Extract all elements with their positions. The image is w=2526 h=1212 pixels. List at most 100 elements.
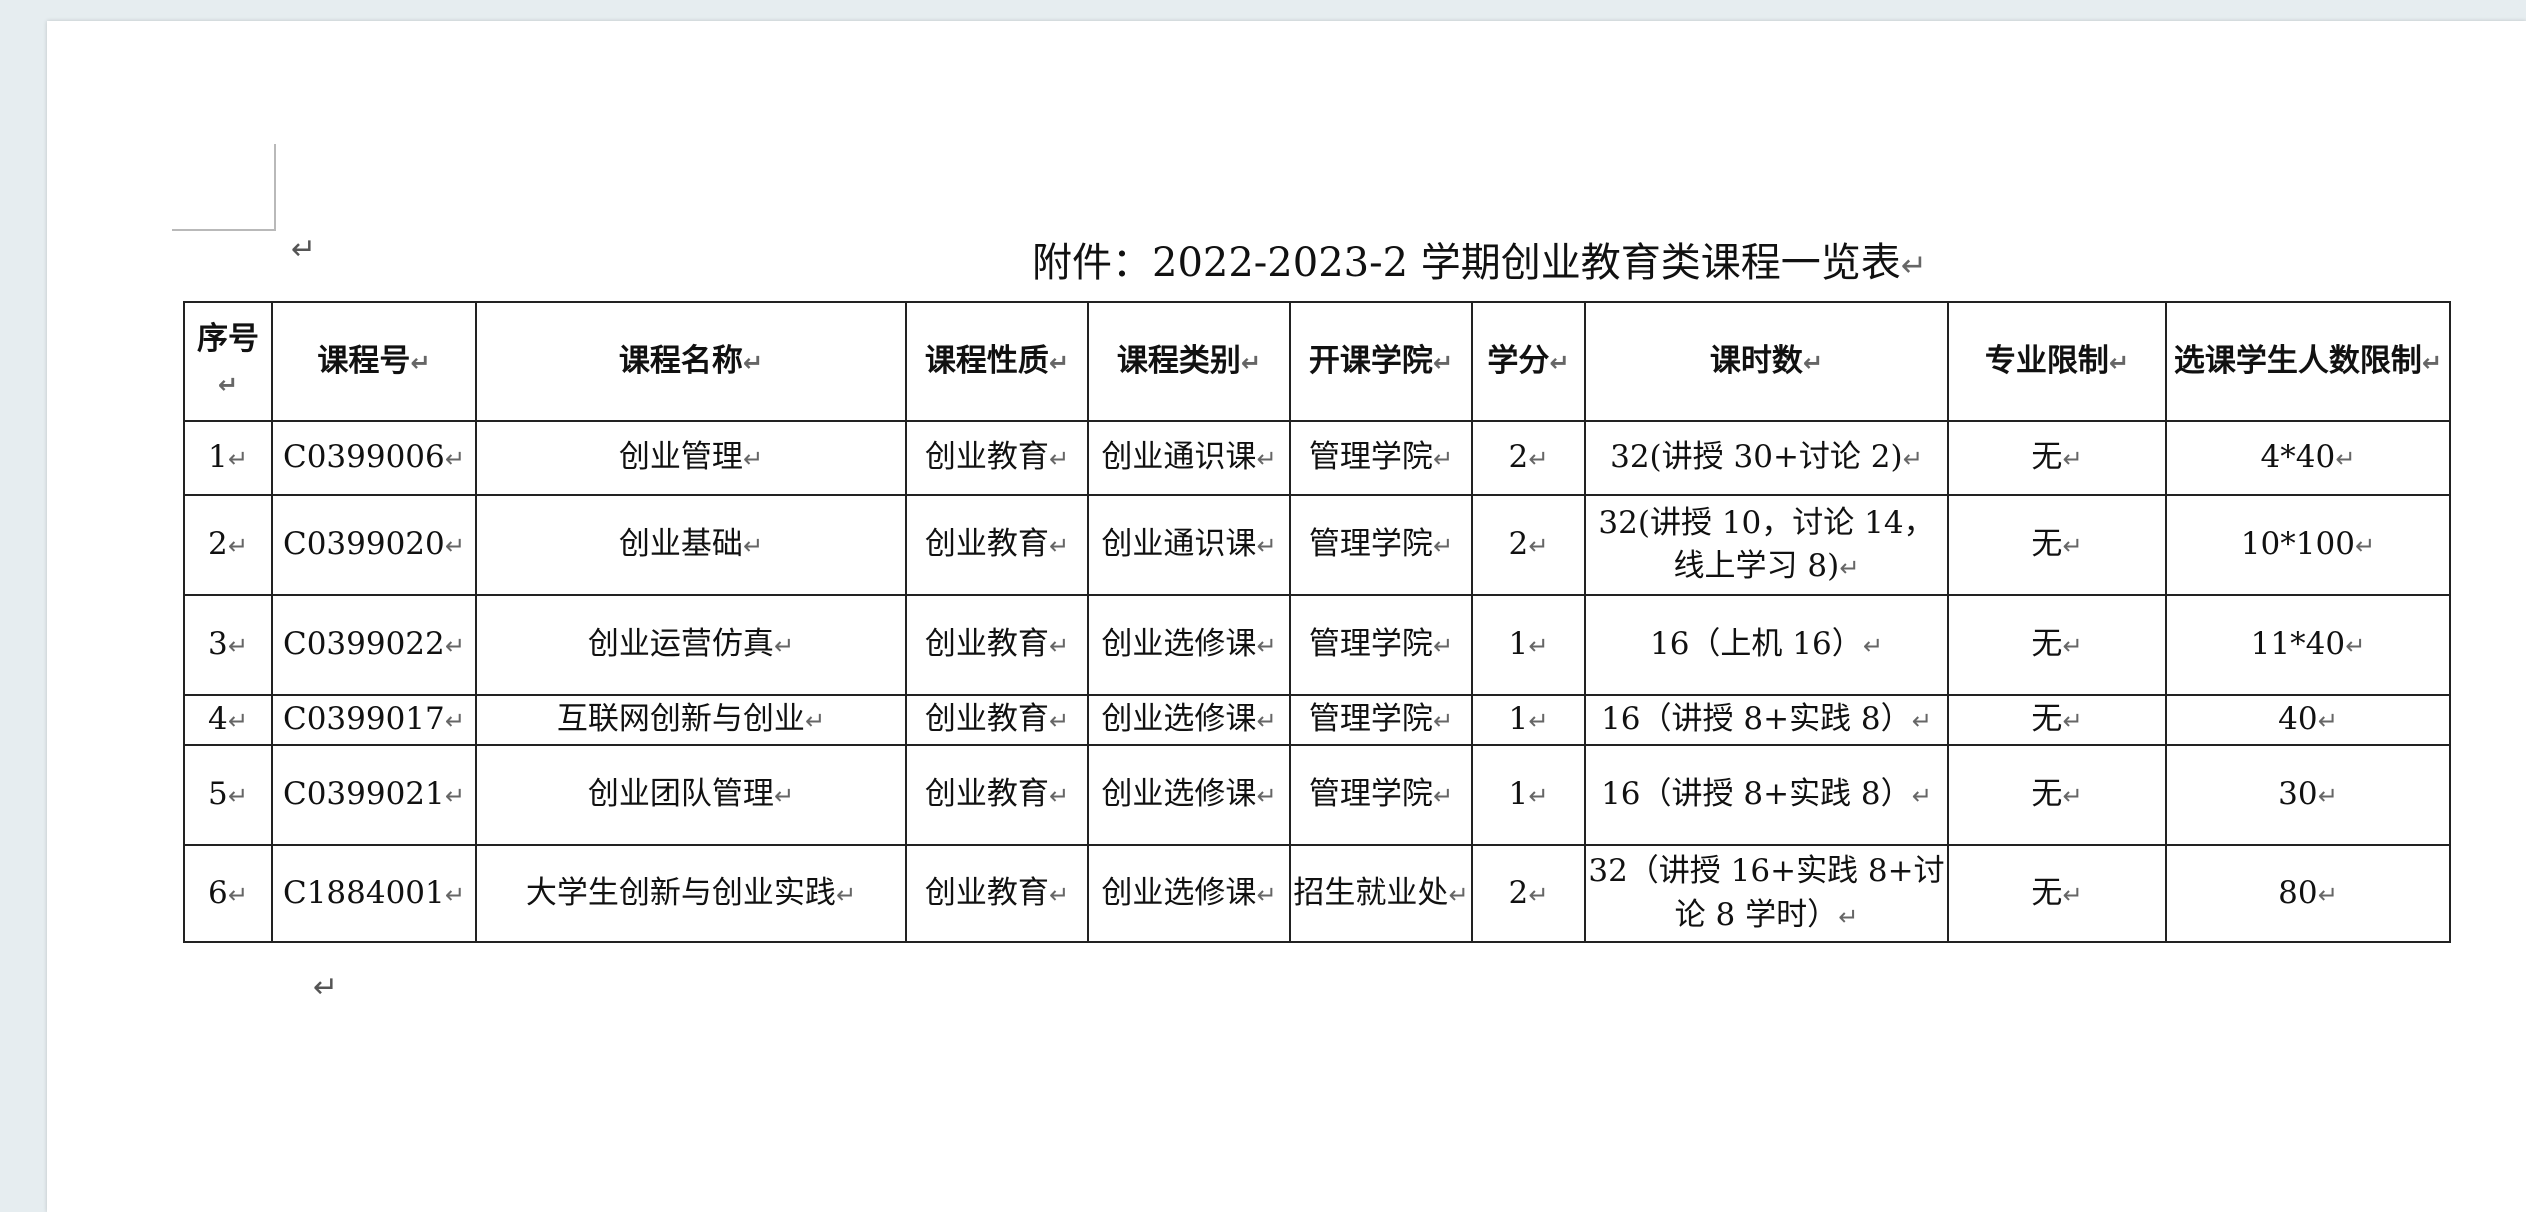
cell-course-code[interactable]: C1884001↵ bbox=[271, 844, 477, 943]
cell-major-limit[interactable]: 无↵ bbox=[1947, 694, 2167, 746]
cell-nature[interactable]: 创业教育↵ bbox=[905, 494, 1089, 596]
cell-major-limit[interactable]: 无↵ bbox=[1947, 844, 2167, 943]
cell-credit[interactable]: 2↵ bbox=[1471, 420, 1586, 496]
cell-student-limit[interactable]: 40↵ bbox=[2165, 694, 2451, 746]
cell-text: 创业团队管理 bbox=[587, 776, 774, 813]
cell-student-limit[interactable]: 10*100↵ bbox=[2165, 494, 2451, 596]
cell-college[interactable]: 管理学院↵ bbox=[1289, 594, 1473, 696]
cell-text: 6 bbox=[208, 874, 228, 911]
document-title[interactable]: 附件：2022-2023-2 学期创业教育类课程一览表↵ bbox=[1032, 243, 1927, 283]
cell-course-name[interactable]: 创业团队管理↵ bbox=[475, 744, 907, 846]
cell-text: 80 bbox=[2278, 874, 2318, 911]
cell-hours[interactable]: 16（讲授 8+实践 8）↵ bbox=[1584, 694, 1949, 746]
cell-text: 创业教育 bbox=[924, 874, 1049, 911]
column-header[interactable]: 开课学院↵ bbox=[1289, 301, 1473, 422]
column-header[interactable]: 序号 ↵ bbox=[183, 301, 273, 422]
paragraph-mark-icon: ↵ bbox=[1256, 532, 1277, 561]
cell-category[interactable]: 创业选修课↵ bbox=[1087, 744, 1291, 846]
cell-text: 30 bbox=[2278, 776, 2318, 813]
cell-text: C0399006 bbox=[282, 439, 445, 476]
cell-category[interactable]: 创业选修课↵ bbox=[1087, 844, 1291, 943]
paragraph-mark-icon: ↵ bbox=[2108, 348, 2130, 377]
cell-text: 无 bbox=[2031, 439, 2063, 476]
cell-credit[interactable]: 2↵ bbox=[1471, 844, 1586, 943]
cell-category[interactable]: 创业选修课↵ bbox=[1087, 594, 1291, 696]
cell-major-limit[interactable]: 无↵ bbox=[1947, 744, 2167, 846]
cell-credit[interactable]: 1↵ bbox=[1471, 594, 1586, 696]
cell-no[interactable]: 2↵ bbox=[183, 494, 273, 596]
cell-college[interactable]: 管理学院↵ bbox=[1289, 420, 1473, 496]
cell-college[interactable]: 管理学院↵ bbox=[1289, 694, 1473, 746]
cell-nature[interactable]: 创业教育↵ bbox=[905, 594, 1089, 696]
cell-no[interactable]: 5↵ bbox=[183, 744, 273, 846]
cell-text: 创业运营仿真 bbox=[587, 626, 774, 663]
cell-major-limit[interactable]: 无↵ bbox=[1947, 594, 2167, 696]
course-table[interactable]: 序号↵ 课程号↵ 课程名称↵ 课程性质↵ 课程类别↵ 开课学院↵ 学分↵ 课时数↵ 专业限制↵ 选… bbox=[183, 301, 2451, 943]
cell-student-limit[interactable]: 80↵ bbox=[2165, 844, 2451, 943]
cell-credit[interactable]: 1↵ bbox=[1471, 694, 1586, 746]
paragraph-mark-icon: ↵ bbox=[1048, 445, 1070, 474]
cell-credit[interactable]: 1↵ bbox=[1471, 744, 1586, 846]
cell-credit[interactable]: 2↵ bbox=[1471, 494, 1586, 596]
cell-hours[interactable]: 16（讲授 8+实践 8）↵ bbox=[1584, 744, 1949, 846]
cell-college[interactable]: 招生就业处↵ bbox=[1289, 844, 1473, 943]
cell-text: 5 bbox=[208, 776, 228, 813]
paragraph-mark-icon: ↵ bbox=[444, 880, 466, 909]
cell-course-name[interactable]: 创业基础↵ bbox=[475, 494, 907, 596]
cell-text: 创业选修课 bbox=[1101, 626, 1257, 663]
cell-course-name[interactable]: 互联网创新与创业↵ bbox=[475, 694, 907, 746]
cell-student-limit[interactable]: 30↵ bbox=[2165, 744, 2451, 846]
paragraph-mark-icon: ↵ bbox=[2354, 532, 2376, 561]
cell-course-name[interactable]: 创业管理↵ bbox=[475, 420, 907, 496]
paragraph-mark-icon: ↵ bbox=[2062, 445, 2083, 474]
cell-hours[interactable]: 32(讲授 30+讨论 2)↵ bbox=[1584, 420, 1949, 496]
column-header[interactable]: 学分↵ bbox=[1471, 301, 1586, 422]
cell-category[interactable]: 创业通识课↵ bbox=[1087, 420, 1291, 496]
cell-major-limit[interactable]: 无↵ bbox=[1947, 420, 2167, 496]
cell-student-limit[interactable]: 4*40↵ bbox=[2165, 420, 2451, 496]
cell-nature[interactable]: 创业教育↵ bbox=[905, 744, 1089, 846]
cell-text: 开课学院 bbox=[1308, 342, 1433, 379]
cell-college[interactable]: 管理学院↵ bbox=[1289, 744, 1473, 846]
cell-course-code[interactable]: C0399021↵ bbox=[271, 744, 477, 846]
column-header[interactable]: 课程性质↵ bbox=[905, 301, 1089, 422]
column-header[interactable]: 选课学生人数限制↵ bbox=[2165, 301, 2451, 422]
cell-nature[interactable]: 创业教育↵ bbox=[905, 844, 1089, 943]
cell-nature[interactable]: 创业教育↵ bbox=[905, 420, 1089, 496]
cell-course-code[interactable]: C0399017↵ bbox=[271, 694, 477, 746]
cell-college[interactable]: 管理学院↵ bbox=[1289, 494, 1473, 596]
column-header[interactable]: 课时数↵ bbox=[1584, 301, 1949, 422]
cell-course-code[interactable]: C0399022↵ bbox=[271, 594, 477, 696]
cell-course-name[interactable]: 创业运营仿真↵ bbox=[475, 594, 907, 696]
cell-no[interactable]: 3↵ bbox=[183, 594, 273, 696]
cell-category[interactable]: 创业通识课↵ bbox=[1087, 494, 1291, 596]
cell-student-limit[interactable]: 11*40↵ bbox=[2165, 594, 2451, 696]
cell-course-code[interactable]: C0399006↵ bbox=[271, 420, 477, 496]
cell-hours[interactable]: 32(讲授 10，讨论 14，线上学习 8)↵ bbox=[1584, 494, 1949, 596]
cell-nature[interactable]: 创业教育↵ bbox=[905, 694, 1089, 746]
cell-major-limit[interactable]: 无↵ bbox=[1947, 494, 2167, 596]
cell-course-code[interactable]: C0399020↵ bbox=[271, 494, 477, 596]
cell-text: 创业基础 bbox=[618, 526, 743, 563]
paragraph-mark-icon: ↵ bbox=[1432, 348, 1454, 377]
cell-text: 10*100 bbox=[2240, 526, 2355, 563]
cell-hours[interactable]: 32（讲授 16+实践 8+讨论 8 学时）↵ bbox=[1584, 844, 1949, 943]
cell-no[interactable]: 4↵ bbox=[183, 694, 273, 746]
cell-course-name[interactable]: 大学生创新与创业实践↵ bbox=[475, 844, 907, 943]
cell-hours[interactable]: 16（上机 16）↵ bbox=[1584, 594, 1949, 696]
cell-no[interactable]: 6↵ bbox=[183, 844, 273, 943]
cell-no[interactable]: 1↵ bbox=[183, 420, 273, 496]
cell-category[interactable]: 创业选修课↵ bbox=[1087, 694, 1291, 746]
paragraph-mark-icon: ↵ bbox=[742, 348, 764, 377]
column-header[interactable]: 课程号↵ bbox=[271, 301, 477, 422]
column-header[interactable]: 专业限制↵ bbox=[1947, 301, 2167, 422]
paragraph-mark-icon: ↵ bbox=[227, 445, 248, 474]
paragraph-mark-icon: ↵ bbox=[2062, 532, 2083, 561]
column-header[interactable]: 课程类别↵ bbox=[1087, 301, 1291, 422]
column-header[interactable]: 课程名称↵ bbox=[475, 301, 907, 422]
cell-text: C1884001 bbox=[282, 874, 445, 911]
cell-text: 管理学院 bbox=[1308, 626, 1433, 663]
cell-text: 无 bbox=[2031, 701, 2063, 738]
cell-text: 创业教育 bbox=[924, 776, 1049, 813]
paragraph-mark-icon: ↵ bbox=[1528, 632, 1549, 661]
